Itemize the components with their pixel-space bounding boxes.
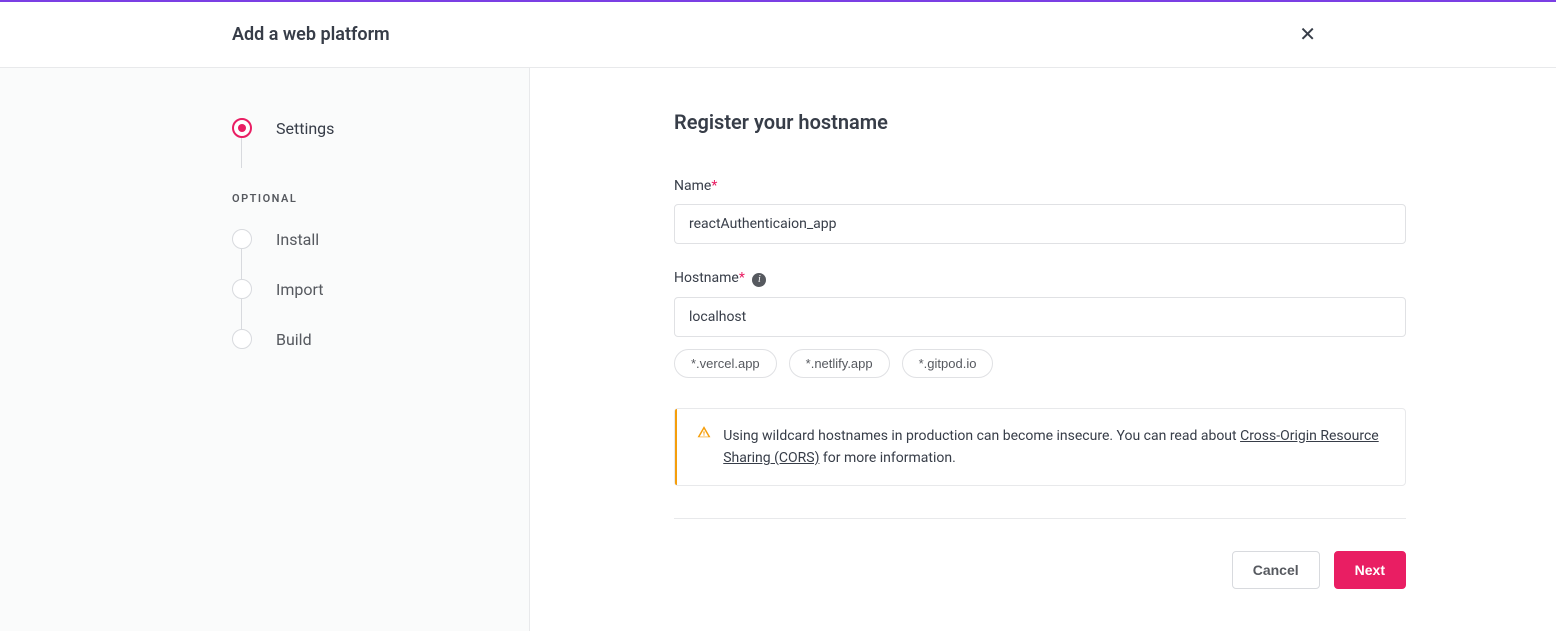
hostname-label: Hostname* i (674, 270, 1406, 287)
wizard-actions: Cancel Next (674, 551, 1406, 589)
close-icon: ✕ (1299, 24, 1316, 46)
wizard-sidebar: Settings OPTIONAL Install Import Build (0, 68, 530, 631)
hostname-chip-vercel[interactable]: *.vercel.app (674, 349, 777, 378)
step-import[interactable]: Import (232, 279, 529, 299)
step-connector (241, 138, 242, 168)
step-indicator-icon (232, 329, 252, 349)
required-asterisk: * (739, 270, 745, 286)
hostname-input[interactable] (674, 297, 1406, 337)
step-label: Build (276, 330, 312, 349)
optional-section-label: OPTIONAL (232, 192, 529, 205)
name-field: Name* (674, 178, 1406, 244)
next-button[interactable]: Next (1334, 551, 1406, 589)
required-asterisk: * (711, 178, 717, 194)
step-label: Settings (276, 119, 334, 138)
step-install[interactable]: Install (232, 229, 529, 249)
page-title: Register your hostname (674, 110, 1406, 134)
step-indicator-active-icon (232, 118, 252, 138)
step-label: Import (276, 280, 324, 299)
step-connector (241, 249, 242, 279)
hostname-label-text: Hostname (674, 270, 739, 286)
wizard-main: Register your hostname Name* Hostname* i… (530, 68, 1556, 631)
step-settings[interactable]: Settings (232, 118, 529, 138)
step-build[interactable]: Build (232, 329, 529, 349)
name-label-text: Name (674, 178, 711, 194)
alert-text: Using wildcard hostnames in production c… (723, 409, 1405, 486)
step-indicator-icon (232, 279, 252, 299)
modal-body: Settings OPTIONAL Install Import Build R… (0, 68, 1556, 631)
modal-header: Add a web platform ✕ (0, 2, 1556, 68)
name-input[interactable] (674, 204, 1406, 244)
cancel-button[interactable]: Cancel (1232, 551, 1320, 589)
wildcard-warning-alert: Using wildcard hostnames in production c… (674, 408, 1406, 487)
alert-text-post: for more information. (819, 450, 955, 466)
modal-title: Add a web platform (232, 24, 390, 45)
hostname-field: Hostname* i *.vercel.app *.netlify.app *… (674, 270, 1406, 378)
alert-icon-wrap (677, 409, 723, 486)
alert-text-pre: Using wildcard hostnames in production c… (723, 428, 1240, 444)
divider (674, 518, 1406, 519)
close-button[interactable]: ✕ (1291, 22, 1324, 47)
step-indicator-icon (232, 229, 252, 249)
hostname-suggestions: *.vercel.app *.netlify.app *.gitpod.io (674, 349, 1406, 378)
step-label: Install (276, 230, 319, 249)
warning-triangle-icon (697, 425, 711, 439)
info-icon[interactable]: i (752, 273, 766, 287)
hostname-chip-gitpod[interactable]: *.gitpod.io (902, 349, 994, 378)
step-connector (241, 299, 242, 329)
hostname-chip-netlify[interactable]: *.netlify.app (789, 349, 890, 378)
name-label: Name* (674, 178, 1406, 194)
